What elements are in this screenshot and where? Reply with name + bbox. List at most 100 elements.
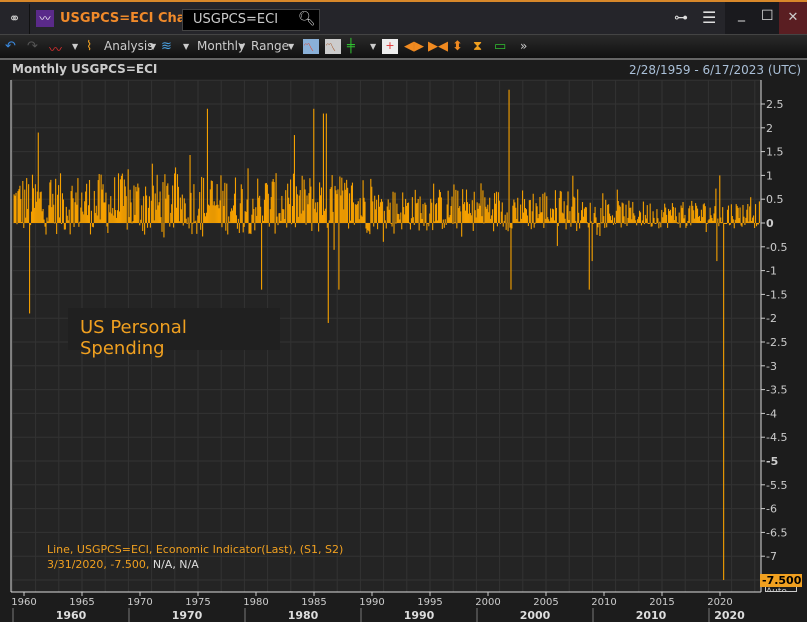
data-bar: [678, 212, 680, 223]
data-bar: [640, 223, 643, 226]
data-bar: [29, 223, 31, 314]
data-bar: [13, 194, 15, 223]
data-bar: [483, 222, 485, 224]
data-bar: [507, 223, 509, 232]
data-bar: [120, 175, 122, 223]
data-bar: [669, 209, 672, 223]
data-bar: [309, 178, 311, 223]
auto-scale-button[interactable]: Auto: [765, 587, 797, 592]
data-bar: [469, 212, 471, 223]
data-bar: [599, 223, 601, 236]
data-bar: [709, 207, 711, 223]
data-bar: [86, 183, 88, 223]
data-bar: [133, 185, 135, 223]
data-bar: [303, 179, 305, 223]
data-bar: [463, 204, 465, 223]
y-tick-label: -7: [766, 550, 777, 563]
data-bar: [368, 223, 370, 232]
data-bar: [554, 190, 556, 223]
data-bar: [562, 213, 564, 223]
data-bar: [645, 218, 647, 223]
data-bar: [730, 204, 732, 223]
data-bar: [625, 204, 627, 223]
data-bar: [577, 189, 579, 223]
data-bar: [51, 207, 53, 223]
data-bar: [708, 219, 710, 223]
data-bar: [218, 208, 220, 223]
data-bar: [38, 198, 40, 223]
data-bar: [565, 223, 567, 230]
data-bar: [397, 213, 399, 223]
data-bar: [531, 211, 533, 223]
data-bar: [442, 219, 444, 223]
data-bar: [131, 222, 133, 224]
data-bar: [518, 221, 520, 223]
data-bar: [435, 203, 438, 223]
data-bar: [109, 212, 111, 223]
data-bar: [633, 213, 635, 223]
data-bar: [538, 214, 540, 223]
data-bar: [381, 201, 383, 223]
data-bar: [81, 192, 83, 223]
data-bar: [621, 202, 623, 223]
data-bar: [23, 223, 25, 229]
data-bar: [374, 195, 376, 223]
data-bar: [758, 201, 760, 223]
data-bar: [486, 208, 488, 223]
data-bar: [289, 204, 291, 223]
data-bar: [328, 220, 330, 223]
data-bar: [700, 209, 702, 223]
data-bar: [664, 203, 666, 223]
data-bar: [597, 223, 599, 228]
data-bar: [65, 206, 67, 223]
data-bar: [175, 207, 178, 223]
data-bar: [738, 218, 740, 223]
data-bar: [291, 205, 294, 223]
data-bar: [177, 186, 179, 223]
data-bar: [380, 199, 382, 223]
data-bar: [266, 184, 268, 223]
data-bar: [267, 193, 269, 223]
data-bar: [405, 198, 407, 223]
data-bar: [117, 173, 120, 223]
data-bar: [582, 216, 585, 223]
data-bar: [713, 213, 715, 223]
data-bar: [719, 175, 721, 223]
data-bar: [637, 219, 639, 223]
x-decade-label: 2020: [714, 609, 745, 622]
data-bar: [403, 207, 405, 223]
data-bar: [154, 193, 156, 223]
y-tick-label: -4.5: [766, 431, 787, 444]
data-bar: [386, 206, 388, 223]
data-bar: [607, 204, 609, 223]
data-bar: [346, 179, 348, 223]
data-bar: [55, 178, 57, 223]
data-bar: [698, 215, 701, 223]
data-bar: [143, 196, 145, 223]
data-bar: [544, 192, 546, 223]
data-bar: [325, 113, 327, 223]
data-bar: [396, 203, 398, 223]
data-bar: [50, 179, 52, 223]
data-bar: [667, 223, 669, 228]
data-bar: [100, 174, 102, 223]
data-bar: [274, 223, 276, 234]
data-bar: [467, 213, 469, 223]
data-bar: [240, 184, 242, 223]
data-bar: [112, 208, 114, 223]
data-bar: [742, 204, 744, 223]
data-bar: [541, 212, 543, 223]
data-bar: [153, 220, 155, 223]
data-bar: [480, 183, 482, 223]
data-bar: [551, 208, 554, 223]
data-bar: [460, 211, 462, 223]
data-bar: [435, 204, 437, 223]
data-bar: [168, 194, 170, 223]
data-bar: [64, 223, 66, 230]
data-bar: [279, 212, 281, 223]
data-bar: [488, 212, 490, 223]
data-bar: [626, 223, 628, 226]
data-bar: [285, 190, 287, 223]
data-bar: [547, 217, 549, 223]
data-bar: [254, 223, 256, 231]
